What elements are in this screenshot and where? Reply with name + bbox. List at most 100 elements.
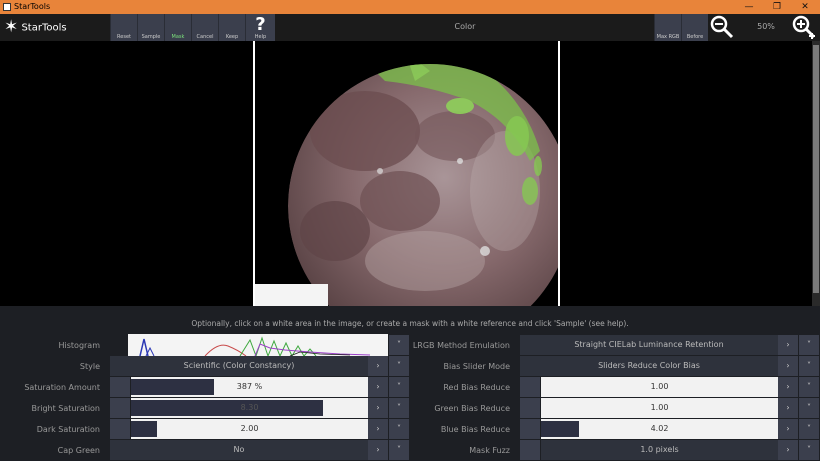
bright-saturation-value: 8.30 bbox=[240, 403, 259, 412]
close-button[interactable]: ✕ bbox=[791, 0, 819, 14]
bias-slider-mode-expand-button[interactable]: ˅ bbox=[799, 356, 819, 376]
lrgb-method-label: LRGB Method Emulation bbox=[412, 341, 510, 350]
dark-saturation-increase-button[interactable]: › bbox=[368, 419, 388, 439]
max-rgb-label: Max RGB bbox=[656, 34, 680, 40]
scrollbar-thumb[interactable] bbox=[813, 45, 819, 293]
cap-green-next-button[interactable]: › bbox=[368, 440, 388, 460]
saturation-amount-increase-button[interactable]: › bbox=[368, 377, 388, 397]
dark-saturation-decrease-button[interactable] bbox=[110, 419, 130, 439]
red-bias-reduce-label: Red Bias Reduce bbox=[443, 383, 510, 392]
lrgb-method-expand-button[interactable]: ˅ bbox=[799, 335, 819, 355]
bias-slider-mode-value: Sliders Reduce Color Bias bbox=[598, 361, 700, 370]
help-icon: ? bbox=[255, 14, 266, 35]
help-button[interactable]: ? Help bbox=[245, 14, 275, 41]
app-icon bbox=[3, 3, 11, 11]
help-label: Help bbox=[254, 34, 267, 40]
histogram-graphic bbox=[110, 334, 388, 358]
saturation-amount-value: 387 % bbox=[236, 382, 263, 391]
red-bias-reduce-value: 1.00 bbox=[650, 382, 669, 391]
cancel-label: Cancel bbox=[196, 34, 214, 40]
dark-saturation-slider[interactable]: 2.00 bbox=[131, 419, 368, 439]
bright-saturation-label: Bright Saturation bbox=[31, 404, 100, 413]
green-bias-reduce-label: Green Bias Reduce bbox=[434, 404, 510, 413]
red-bias-reduce-increase-button[interactable]: › bbox=[778, 377, 798, 397]
lrgb-method-value: Straight CIELab Luminance Retention bbox=[574, 340, 724, 349]
maximize-button[interactable]: ❐ bbox=[763, 0, 791, 14]
bias-slider-mode-label: Bias Slider Mode bbox=[443, 362, 510, 371]
keep-button[interactable]: Keep bbox=[218, 14, 245, 41]
red-bias-reduce-slider[interactable]: 1.00 bbox=[541, 377, 778, 397]
dark-saturation-label: Dark Saturation bbox=[36, 425, 100, 434]
histogram-label: Histogram bbox=[58, 341, 101, 350]
bright-saturation-decrease-button[interactable] bbox=[110, 398, 130, 418]
style-label: Style bbox=[79, 362, 100, 371]
green-bias-reduce-decrease-button[interactable] bbox=[520, 398, 540, 418]
minimize-button[interactable]: — bbox=[735, 0, 763, 14]
keep-label: Keep bbox=[225, 34, 239, 40]
cap-green-dropdown[interactable]: No bbox=[110, 440, 368, 460]
green-bias-reduce-value: 1.00 bbox=[650, 403, 669, 412]
window-title: StarTools bbox=[14, 2, 51, 11]
reset-label: Reset bbox=[117, 34, 131, 40]
bias-slider-mode-next-button[interactable]: › bbox=[778, 356, 798, 376]
mask-button[interactable]: Mask bbox=[164, 14, 191, 41]
module-title: Color bbox=[454, 22, 476, 31]
green-bias-reduce-expand-button[interactable]: ˅ bbox=[799, 398, 819, 418]
sample-button[interactable]: Sample bbox=[137, 14, 164, 41]
magnifier-minus-icon[interactable] bbox=[708, 14, 736, 41]
lrgb-method-next-button[interactable]: › bbox=[778, 335, 798, 355]
style-value: Scientific (Color Constancy) bbox=[183, 361, 295, 370]
window-titlebar: StarTools — ❐ ✕ bbox=[0, 0, 820, 14]
blue-bias-reduce-increase-button[interactable]: › bbox=[778, 419, 798, 439]
hint-text: Optionally, click on a white area in the… bbox=[191, 319, 629, 328]
white-reference-patch[interactable] bbox=[255, 284, 328, 306]
star-logo-icon: ✶ bbox=[4, 17, 19, 37]
startools-logo: ✶ StarTools bbox=[4, 15, 67, 40]
blue-bias-reduce-value: 4.02 bbox=[650, 424, 669, 433]
mask-label: Mask bbox=[171, 34, 185, 40]
blue-bias-reduce-label: Blue Bias Reduce bbox=[440, 425, 510, 434]
bright-saturation-slider[interactable]: 8.30 bbox=[131, 398, 368, 418]
green-bias-reduce-increase-button[interactable]: › bbox=[778, 398, 798, 418]
lrgb-method-dropdown[interactable]: Straight CIELab Luminance Retention bbox=[520, 335, 778, 355]
saturation-amount-decrease-button[interactable] bbox=[110, 377, 130, 397]
mask-fuzz-field[interactable]: 1.0 pixels bbox=[541, 440, 778, 460]
red-bias-reduce-decrease-button[interactable] bbox=[520, 377, 540, 397]
bias-slider-mode-dropdown[interactable]: Sliders Reduce Color Bias bbox=[520, 356, 778, 376]
vertical-scrollbar[interactable] bbox=[812, 41, 820, 306]
zoom-level: 50% bbox=[757, 22, 775, 31]
blue-bias-reduce-decrease-button[interactable] bbox=[520, 419, 540, 439]
style-dropdown[interactable]: Scientific (Color Constancy) bbox=[110, 356, 368, 376]
dark-saturation-value: 2.00 bbox=[240, 424, 259, 433]
blue-bias-reduce-expand-button[interactable]: ˅ bbox=[799, 419, 819, 439]
saturation-amount-label: Saturation Amount bbox=[24, 383, 100, 392]
reset-button[interactable]: Reset bbox=[110, 14, 137, 41]
dark-saturation-expand-button[interactable]: ˅ bbox=[389, 419, 409, 439]
style-next-button[interactable]: › bbox=[368, 356, 388, 376]
cap-green-label: Cap Green bbox=[57, 446, 100, 455]
bright-saturation-expand-button[interactable]: ˅ bbox=[389, 398, 409, 418]
cap-green-expand-button[interactable]: ˅ bbox=[389, 440, 409, 460]
blue-bias-reduce-slider[interactable]: 4.02 bbox=[541, 419, 778, 439]
moon-graphic bbox=[255, 41, 558, 306]
mask-fuzz-label: Mask Fuzz bbox=[469, 446, 510, 455]
magnifier-plus-icon[interactable] bbox=[790, 14, 818, 41]
parameter-panel: Optionally, click on a white area in the… bbox=[0, 306, 820, 461]
cancel-button[interactable]: Cancel bbox=[191, 14, 218, 41]
moon-image[interactable] bbox=[253, 41, 560, 306]
green-bias-reduce-slider[interactable]: 1.00 bbox=[541, 398, 778, 418]
bright-saturation-increase-button[interactable]: › bbox=[368, 398, 388, 418]
mask-fuzz-increase-button[interactable]: › bbox=[778, 440, 798, 460]
histogram-expand-button[interactable]: ˅ bbox=[389, 335, 409, 355]
red-bias-reduce-expand-button[interactable]: ˅ bbox=[799, 377, 819, 397]
saturation-amount-slider[interactable]: 387 % bbox=[131, 377, 368, 397]
before-button[interactable]: Before bbox=[681, 14, 708, 41]
mask-fuzz-decrease-button[interactable] bbox=[520, 440, 540, 460]
mask-fuzz-expand-button[interactable]: ˅ bbox=[799, 440, 819, 460]
style-expand-button[interactable]: ˅ bbox=[389, 356, 409, 376]
mask-fuzz-value: 1.0 pixels bbox=[640, 445, 679, 454]
max-rgb-button[interactable]: Max RGB bbox=[654, 14, 681, 41]
saturation-amount-expand-button[interactable]: ˅ bbox=[389, 377, 409, 397]
image-viewport[interactable] bbox=[0, 41, 812, 306]
histogram bbox=[110, 334, 388, 358]
